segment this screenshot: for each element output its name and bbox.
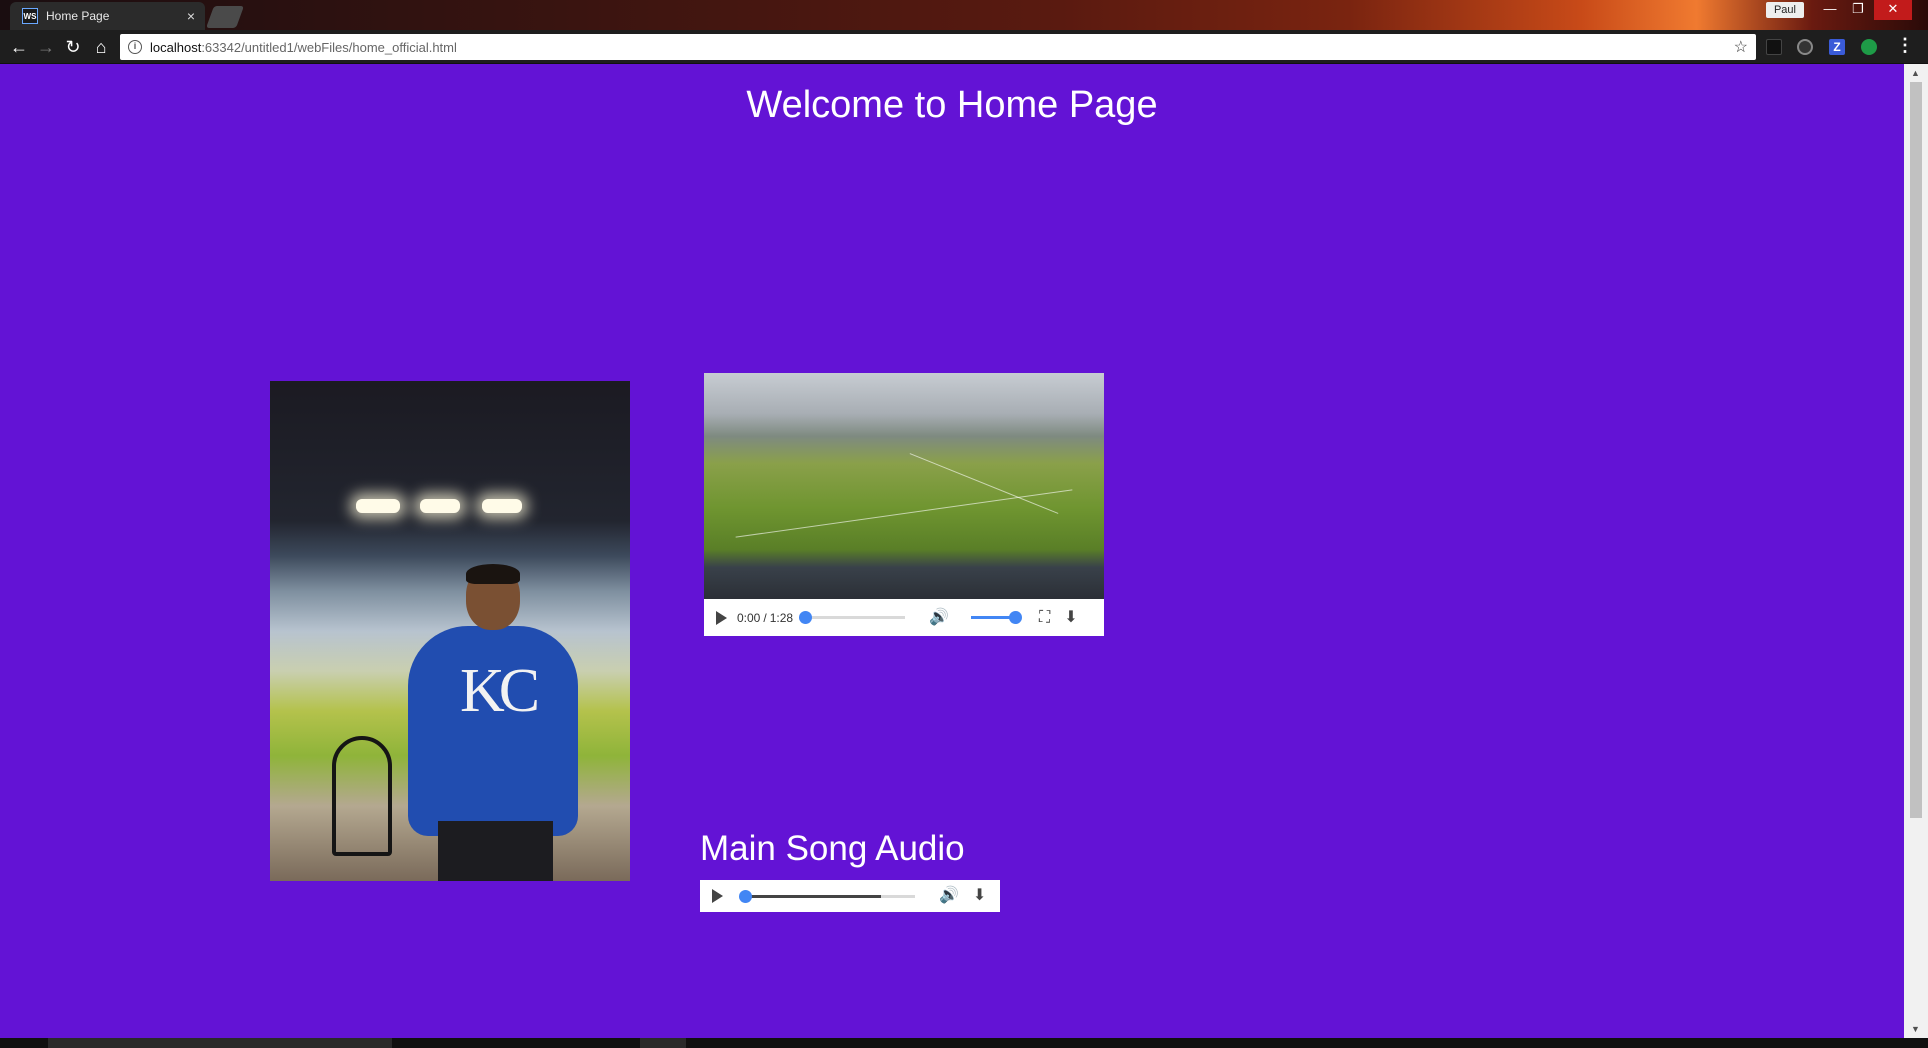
home-icon[interactable]: ⌂ bbox=[90, 36, 112, 58]
close-window-icon[interactable]: ✕ bbox=[1874, 0, 1912, 20]
page-scrollbar[interactable]: ▲ ▼ bbox=[1904, 64, 1928, 1038]
person-legs bbox=[438, 821, 553, 881]
volume-icon[interactable]: 🔊 bbox=[929, 609, 949, 626]
back-arrow-icon[interactable]: ← bbox=[8, 36, 30, 58]
stadium-light bbox=[482, 499, 522, 513]
audio-heading: Main Song Audio bbox=[700, 829, 965, 868]
page-title: Welcome to Home Page bbox=[746, 84, 1158, 126]
os-taskbar bbox=[0, 1038, 1928, 1048]
video-frame[interactable] bbox=[704, 373, 1104, 599]
video-play-icon[interactable] bbox=[716, 610, 727, 625]
kc-shirt-logo: KC bbox=[460, 657, 540, 725]
browser-toolbar: ← → ↻ ⌂ i localhost:63342/untitled1/webF… bbox=[0, 30, 1928, 64]
profile-button[interactable]: Paul bbox=[1765, 2, 1804, 18]
audio-buffered-fill bbox=[745, 894, 881, 898]
audio-seek-knob[interactable] bbox=[739, 889, 752, 903]
video-volume-knob[interactable] bbox=[1008, 611, 1022, 624]
green-leaf-extension-icon[interactable] bbox=[1861, 39, 1877, 55]
audio-seek-slider[interactable] bbox=[739, 889, 915, 903]
volume-icon[interactable]: 🔊 bbox=[939, 888, 959, 904]
video-current-time: 0:00 bbox=[737, 610, 761, 625]
address-bar[interactable]: i localhost:63342/untitled1/webFiles/hom… bbox=[120, 34, 1756, 60]
site-info-icon[interactable]: i bbox=[128, 40, 142, 54]
url-path: :63342/untitled1/webFiles/home_official.… bbox=[201, 39, 457, 55]
taskbar-app[interactable] bbox=[640, 1038, 686, 1048]
black-square-extension-icon[interactable] bbox=[1766, 39, 1782, 55]
stadium-chair bbox=[332, 736, 392, 856]
bookmark-star-icon[interactable]: ☆ bbox=[1734, 37, 1748, 57]
reload-icon[interactable]: ↻ bbox=[62, 36, 84, 58]
stadium-light bbox=[356, 499, 400, 513]
stadium-photo: KC bbox=[270, 381, 630, 881]
video-controls: 0:00 / 1:28 🔊 ⛶ ⬇ bbox=[704, 599, 1104, 636]
browser-tabstrip: WS Home Page × Paul — ❐ ✕ bbox=[0, 0, 1928, 30]
new-tab-button[interactable] bbox=[205, 6, 245, 28]
tab-home-page[interactable]: WS Home Page × bbox=[10, 2, 205, 30]
forward-arrow-icon[interactable]: → bbox=[35, 36, 57, 58]
scroll-down-icon[interactable]: ▼ bbox=[1911, 1024, 1920, 1034]
audio-play-icon[interactable] bbox=[712, 889, 723, 903]
video-seek-knob[interactable] bbox=[799, 611, 813, 624]
pitch-line bbox=[735, 489, 1073, 538]
restore-icon[interactable]: ❐ bbox=[1844, 0, 1872, 20]
download-icon[interactable]: ⬇ bbox=[1064, 609, 1077, 626]
page-viewport: Welcome to Home Page KC 0:00 / 1:28 🔊 ⛶ … bbox=[0, 64, 1904, 1038]
video-time-separator: / bbox=[763, 610, 767, 625]
download-icon[interactable]: ⬇ bbox=[973, 888, 986, 904]
scroll-up-icon[interactable]: ▲ bbox=[1911, 68, 1920, 78]
soccer-video-player[interactable]: 0:00 / 1:28 🔊 ⛶ ⬇ bbox=[704, 373, 1104, 636]
video-volume-slider[interactable] bbox=[970, 611, 1022, 624]
tab-close-icon[interactable]: × bbox=[187, 8, 195, 24]
minimize-icon[interactable]: — bbox=[1816, 0, 1844, 20]
tab-title: Home Page bbox=[46, 9, 110, 23]
scrollbar-thumb[interactable] bbox=[1910, 82, 1922, 818]
stadium-light bbox=[420, 499, 460, 513]
browser-menu-icon[interactable]: ⋮ bbox=[1896, 35, 1914, 56]
pitch-line bbox=[909, 453, 1059, 514]
main-song-audio-player[interactable]: 🔊 ⬇ bbox=[700, 880, 1000, 912]
zotero-extension-icon[interactable]: Z bbox=[1829, 39, 1845, 55]
fullscreen-icon[interactable]: ⛶ bbox=[1039, 609, 1050, 626]
url-host: localhost bbox=[150, 39, 202, 55]
video-seek-slider[interactable] bbox=[799, 611, 906, 624]
taskbar-app[interactable] bbox=[48, 1038, 392, 1048]
webstorm-favicon-icon: WS bbox=[22, 8, 38, 24]
shield-extension-icon[interactable] bbox=[1797, 39, 1813, 55]
video-duration: 1:28 bbox=[769, 610, 794, 625]
person-hair bbox=[466, 564, 520, 584]
